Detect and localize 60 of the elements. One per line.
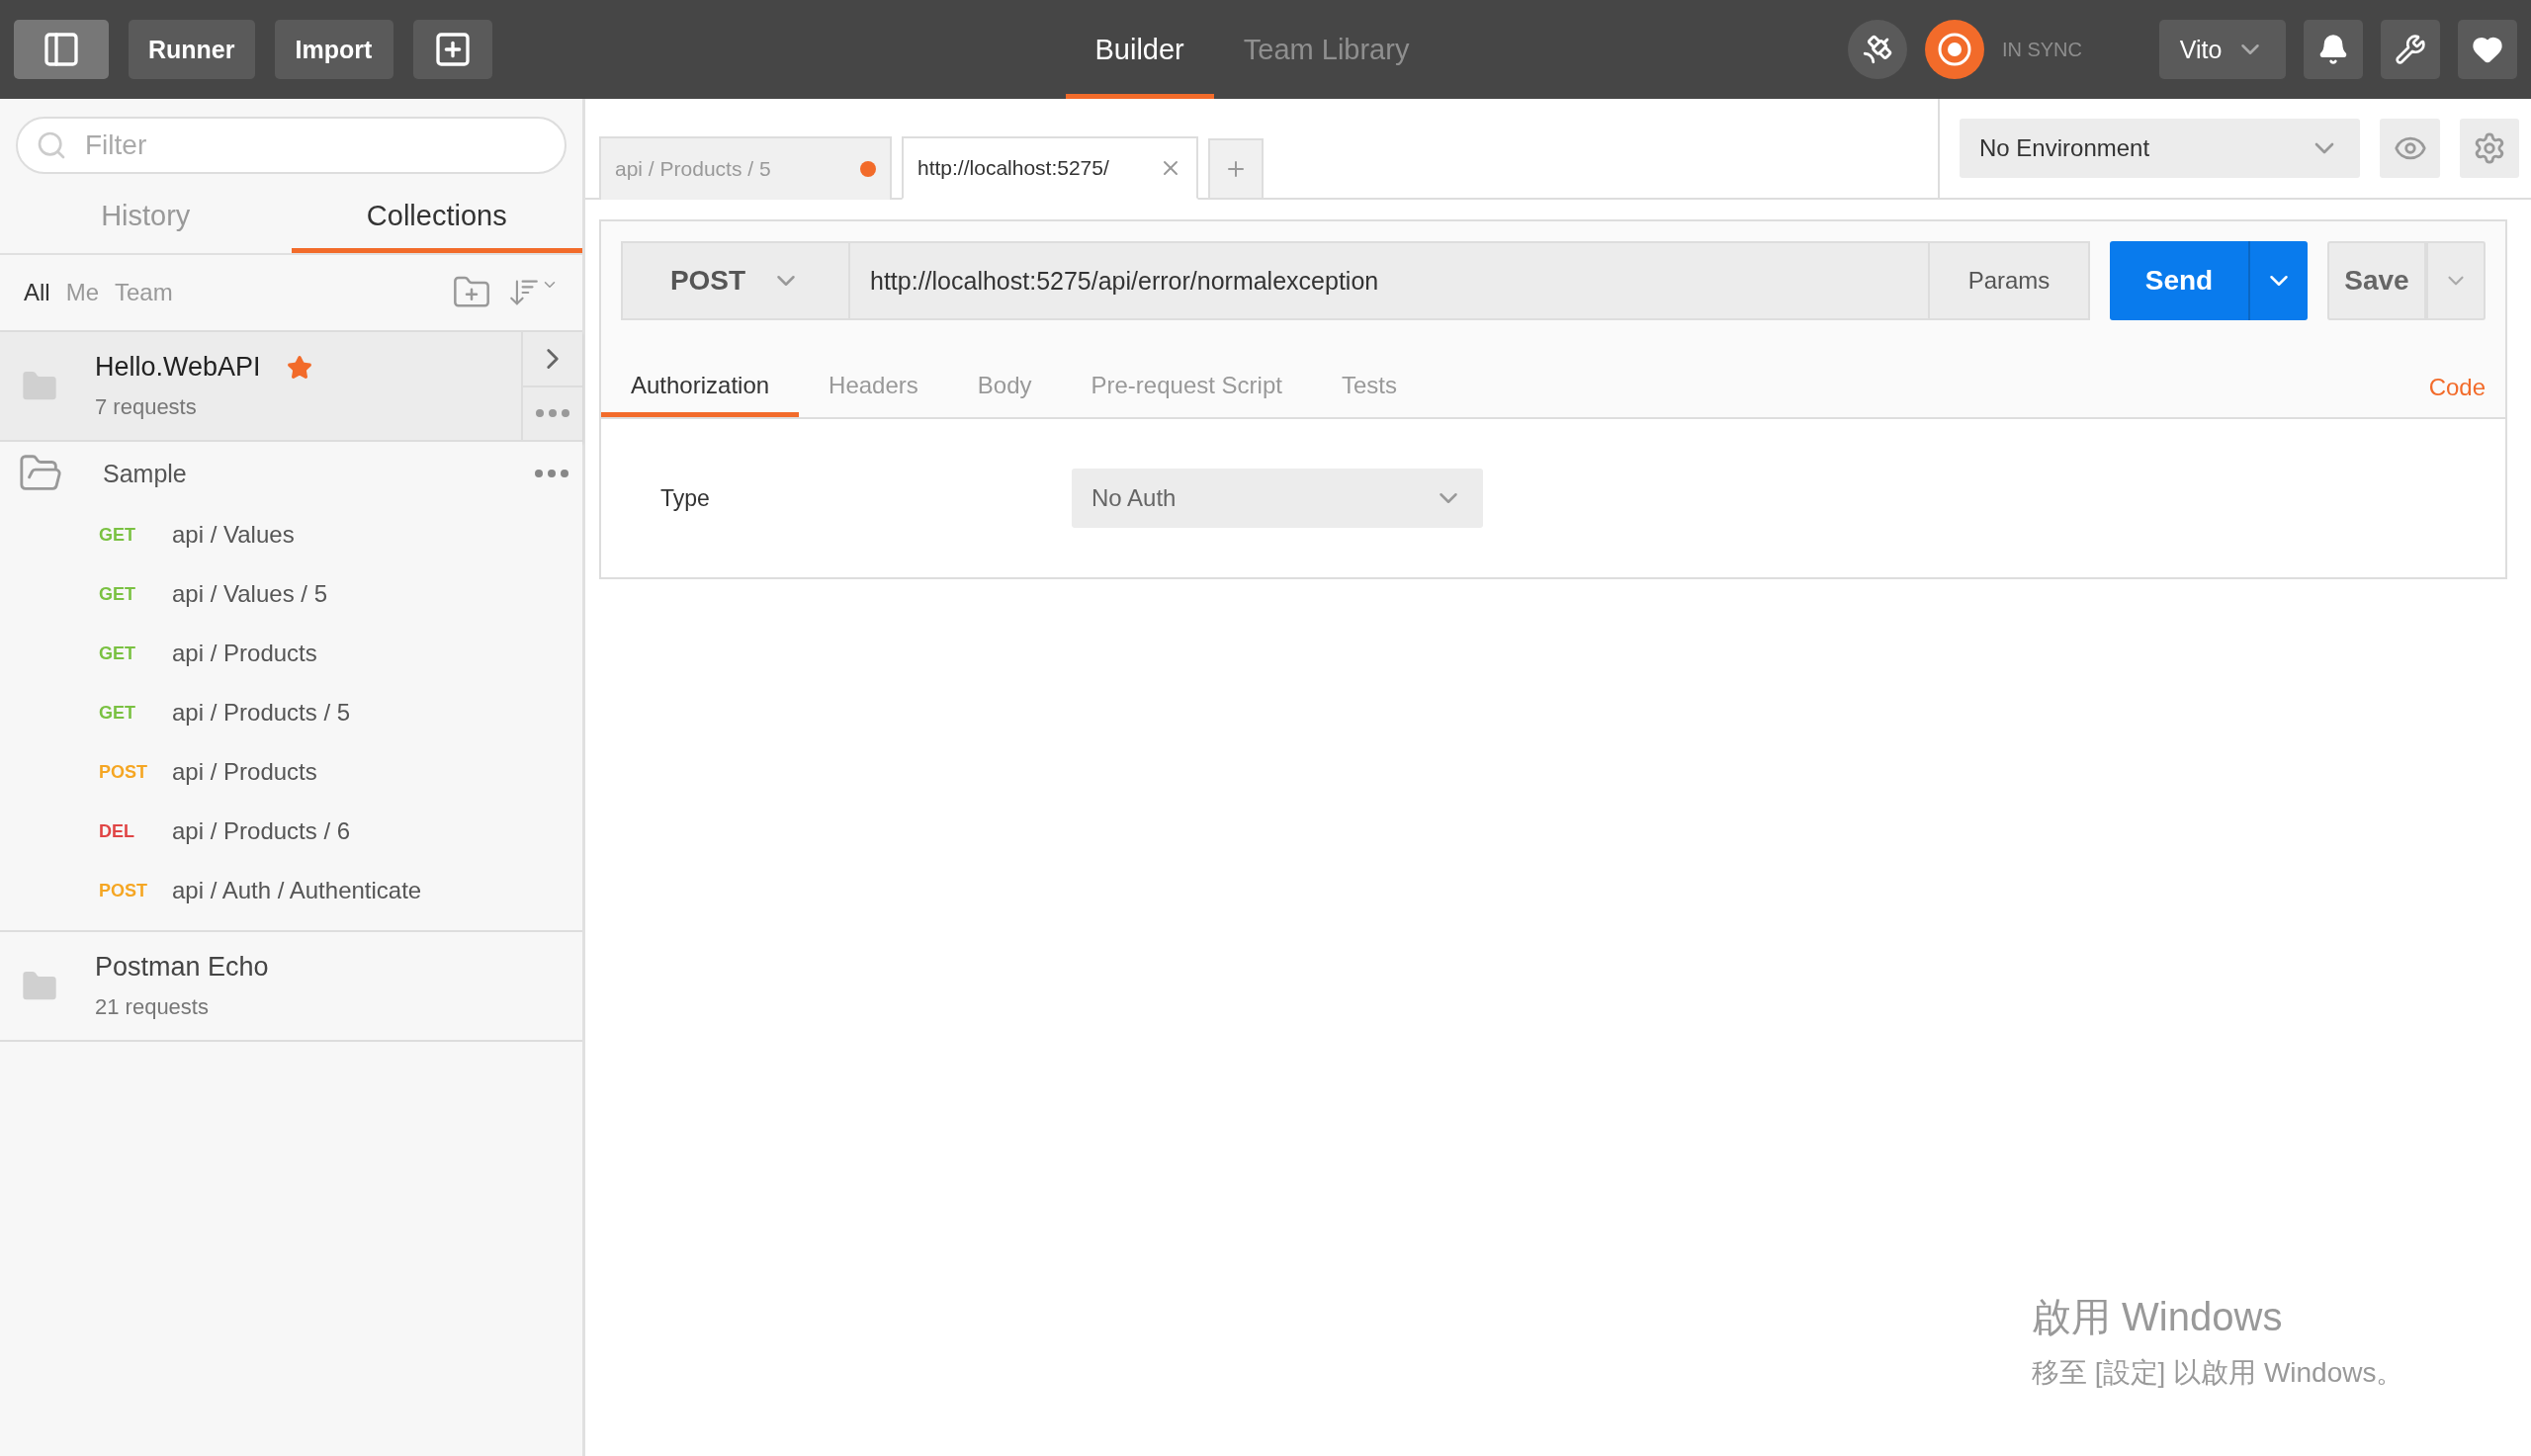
method-label: GET [99,524,136,546]
method-label: GET [99,702,136,724]
new-window-button[interactable] [412,20,492,79]
activation-title: 啟用 Windows [2032,1294,2284,1340]
method-label: DEL [99,820,135,842]
more-icon [536,409,569,418]
request-item[interactable]: POST api / Auth / Authenticate [0,861,582,920]
request-item[interactable]: DEL api / Products / 6 [0,802,582,861]
sidebar-tab[interactable]: Collections [291,184,582,253]
method-label: GET [99,642,136,664]
request-path: api / Products [172,758,317,786]
notifications-button[interactable] [2304,20,2363,79]
save-button[interactable]: Save [2327,241,2426,320]
request-item[interactable]: POST api / Products [0,742,582,802]
method-label: GET [99,583,136,605]
heart-button[interactable] [2458,20,2517,79]
more-icon[interactable] [535,470,568,477]
filter-input[interactable]: Filter [83,128,547,162]
settings-button[interactable] [2381,20,2440,79]
filter-field[interactable]: Filter [16,117,567,174]
request-path: api / Products / 6 [172,817,351,845]
url-field[interactable]: http://localhost:5275/api/error/normalexception [850,241,1930,320]
request-item[interactable]: GET api / Values / 5 [0,564,582,624]
wrench-icon [2395,34,2426,65]
auth-type-label: Type [660,484,711,512]
toolbar-button[interactable]: Runner [129,20,255,79]
collection-item[interactable]: Postman Echo 21 requests [0,932,582,1040]
unsaved-dot [860,161,876,177]
request-tab[interactable]: http://localhost:5275/ [902,136,1198,200]
collection-name: Hello.WebAPI [95,352,261,383]
request-item[interactable]: GET api / Values [0,505,582,564]
request-path: api / Values / 5 [172,580,327,608]
method-dropdown[interactable]: POST [621,241,850,320]
sync-status: IN SYNC [2001,38,2082,61]
request-path: api / Auth / Authenticate [172,877,422,904]
method-label: POST [99,761,148,783]
request-item[interactable]: GET api / Products / 5 [0,683,582,742]
auth-type-dropdown[interactable]: No Auth [1072,469,1483,528]
search-icon [36,129,67,161]
params-button[interactable]: Params [1930,241,2090,320]
request-item[interactable]: GET api / Products [0,624,582,683]
sidebar-icon [42,30,81,69]
request-path: api / Products [172,640,317,667]
method-label: POST [99,880,148,901]
request-path: api / Products / 5 [172,699,351,727]
request-path: api / Values [172,521,295,549]
collection-name[interactable]: Sample [103,459,187,488]
request-count: 7 requests [95,394,198,420]
activation-message: 移至 [設定] 以啟用 Windows。 [2032,1356,2404,1390]
nav-tab[interactable]: Builder [1065,0,1214,99]
toolbar-button[interactable]: Import [274,20,393,79]
collection-name: Postman Echo [95,952,269,983]
filter-option[interactable]: All [24,279,50,306]
request-count: 21 requests [95,994,210,1020]
eye-button[interactable] [2380,119,2440,178]
environment-dropdown[interactable]: No Environment [1960,119,2361,178]
bell-icon [2317,34,2349,65]
user-menu[interactable]: Vito [2159,20,2286,79]
send-button[interactable]: Send [2110,241,2248,320]
sidebar-toggle-button[interactable] [14,20,109,79]
